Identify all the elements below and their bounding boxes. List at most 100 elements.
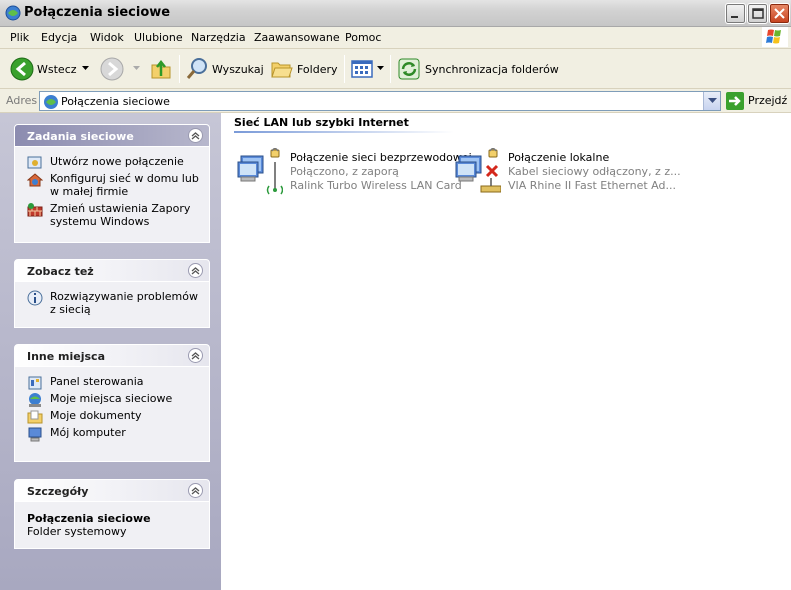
group-divider bbox=[234, 131, 454, 133]
chevrons-up-icon bbox=[191, 132, 200, 140]
title-bar[interactable]: Połączenia sieciowe bbox=[0, 0, 791, 27]
collapse-button[interactable] bbox=[188, 128, 203, 143]
connection-device: VIA Rhine II Fast Ethernet Ad... bbox=[508, 179, 676, 192]
network-tasks-title: Zadania sieciowe bbox=[27, 130, 134, 143]
chevron-down-icon bbox=[133, 66, 140, 70]
address-label: Adres bbox=[6, 94, 38, 107]
go-button[interactable]: Przejdź bbox=[726, 91, 788, 111]
windows-logo-icon bbox=[762, 27, 788, 47]
chevron-down-icon[interactable] bbox=[82, 66, 89, 71]
details-body: Połączenia sieciowe Folder systemowy bbox=[14, 502, 210, 549]
collapse-button[interactable] bbox=[188, 263, 203, 278]
menu-view[interactable]: Widok bbox=[90, 31, 124, 44]
details-title: Szczegóły bbox=[27, 485, 89, 498]
task-label: Mój komputer bbox=[50, 426, 126, 439]
info-icon bbox=[27, 290, 43, 306]
task-setup-network[interactable]: Konfiguruj sieć w domu lub w małej firmi… bbox=[27, 172, 201, 198]
folders-button[interactable]: Foldery bbox=[270, 49, 340, 89]
network-places-icon bbox=[29, 393, 41, 407]
menu-edit[interactable]: Edycja bbox=[41, 31, 77, 44]
firewall-icon bbox=[27, 203, 43, 217]
maximize-icon bbox=[752, 8, 764, 19]
network-tasks-body: Utwórz nowe połączenie Konfiguruj sieć w… bbox=[14, 147, 210, 243]
chevrons-up-icon bbox=[191, 487, 200, 495]
other-places-panel: Inne miejsca Panel sterowania Moje miejs… bbox=[14, 344, 210, 462]
close-button[interactable] bbox=[769, 3, 790, 24]
sync-label: Synchronizacja folderów bbox=[425, 63, 559, 76]
lan-connection-icon bbox=[455, 148, 501, 193]
menu-advanced[interactable]: Zaawansowane bbox=[254, 31, 340, 44]
see-also-header[interactable]: Zobacz też bbox=[14, 259, 210, 282]
documents-folder-icon bbox=[27, 410, 43, 424]
home-network-icon bbox=[27, 173, 43, 187]
toolbar-separator bbox=[390, 55, 391, 83]
task-create-connection[interactable]: Utwórz nowe połączenie bbox=[27, 155, 201, 169]
other-places-body: Panel sterowania Moje miejsca sieciowe M… bbox=[14, 367, 210, 462]
task-troubleshoot[interactable]: Rozwiązywanie problemów z siecią bbox=[27, 290, 201, 316]
folder-up-icon bbox=[151, 59, 171, 79]
details-panel: Szczegóły Połączenia sieciowe Folder sys… bbox=[14, 479, 210, 549]
minimize-icon bbox=[731, 16, 738, 18]
details-header[interactable]: Szczegóły bbox=[14, 479, 210, 502]
connection-wireless[interactable]: Połączenie sieci bezprzewodowej Połączon… bbox=[235, 148, 472, 198]
menu-file[interactable]: Plik bbox=[10, 31, 29, 44]
address-input[interactable]: Połączenia sieciowe bbox=[39, 91, 721, 111]
go-label: Przejdź bbox=[748, 94, 788, 107]
up-folder-button[interactable] bbox=[149, 49, 175, 89]
content-pane: Sieć LAN lub szybki Internet Połączenie … bbox=[221, 113, 791, 590]
task-label: Konfiguruj sieć w domu lub w małej firmi… bbox=[50, 172, 199, 198]
forward-button[interactable] bbox=[100, 49, 144, 89]
computer-icon bbox=[28, 427, 42, 442]
network-tasks-panel: Zadania sieciowe Utwórz nowe połączenie … bbox=[14, 124, 210, 243]
task-pane: Zadania sieciowe Utwórz nowe połączenie … bbox=[0, 113, 221, 590]
address-bar: Adres Połączenia sieciowe Przejdź bbox=[0, 89, 791, 113]
task-firewall-settings[interactable]: Zmień ustawienia Zapory systemu Windows bbox=[27, 202, 201, 228]
details-type: Folder systemowy bbox=[27, 525, 127, 538]
connection-name: Połączenie lokalne bbox=[508, 151, 610, 164]
back-label: Wstecz bbox=[37, 63, 77, 76]
network-connections-icon bbox=[5, 5, 21, 21]
place-control-panel[interactable]: Panel sterowania bbox=[27, 375, 201, 390]
connection-name: Połączenie sieci bezprzewodowej bbox=[290, 151, 472, 164]
task-label: Zmień ustawienia Zapory systemu Windows bbox=[50, 202, 191, 228]
sync-folders-button[interactable]: Synchronizacja folderów bbox=[397, 49, 559, 89]
see-also-panel: Zobacz też Rozwiązywanie problemów z sie… bbox=[14, 259, 210, 328]
toolbar-separator bbox=[179, 55, 180, 83]
menu-favorites[interactable]: Ulubione bbox=[134, 31, 183, 44]
network-tasks-header[interactable]: Zadania sieciowe bbox=[14, 124, 210, 147]
toolbar: Wstecz Wyszukaj Foldery Synchronizacja f… bbox=[0, 49, 791, 89]
see-also-body: Rozwiązywanie problemów z siecią bbox=[14, 282, 210, 328]
menu-tools[interactable]: Narzędzia bbox=[191, 31, 246, 44]
address-dropdown-button[interactable] bbox=[703, 92, 720, 110]
toolbar-separator bbox=[344, 55, 345, 83]
search-label: Wyszukaj bbox=[212, 63, 264, 76]
folders-icon bbox=[271, 62, 293, 78]
window-title: Połączenia sieciowe bbox=[24, 5, 171, 20]
back-button[interactable]: Wstecz bbox=[8, 49, 92, 89]
folders-label: Foldery bbox=[297, 63, 338, 76]
connection-device: Ralink Turbo Wireless LAN Card bbox=[290, 179, 462, 192]
connection-status: Połączono, z zaporą bbox=[290, 165, 399, 178]
task-label: Utwórz nowe połączenie bbox=[50, 155, 184, 168]
place-my-documents[interactable]: Moje dokumenty bbox=[27, 409, 201, 424]
maximize-button[interactable] bbox=[747, 3, 768, 24]
minimize-button[interactable] bbox=[725, 3, 746, 24]
connection-local[interactable]: Połączenie lokalne Kabel sieciowy odłącz… bbox=[453, 148, 681, 198]
control-panel-icon bbox=[28, 376, 42, 390]
chevrons-up-icon bbox=[191, 352, 200, 360]
views-button[interactable] bbox=[350, 49, 386, 89]
place-my-network-places[interactable]: Moje miejsca sieciowe bbox=[27, 392, 201, 407]
back-arrow-icon bbox=[10, 57, 34, 81]
close-icon bbox=[774, 8, 785, 19]
other-places-title: Inne miejsca bbox=[27, 350, 105, 363]
other-places-header[interactable]: Inne miejsca bbox=[14, 344, 210, 367]
connection-status: Kabel sieciowy odłączony, z z... bbox=[508, 165, 681, 178]
place-my-computer[interactable]: Mój komputer bbox=[27, 426, 201, 442]
collapse-button[interactable] bbox=[188, 483, 203, 498]
search-button[interactable]: Wyszukaj bbox=[185, 49, 265, 89]
sync-icon bbox=[398, 58, 420, 80]
collapse-button[interactable] bbox=[188, 348, 203, 363]
menu-bar: Plik Edycja Widok Ulubione Narzędzia Zaa… bbox=[0, 27, 791, 49]
task-label: Panel sterowania bbox=[50, 375, 144, 388]
menu-help[interactable]: Pomoc bbox=[345, 31, 381, 44]
